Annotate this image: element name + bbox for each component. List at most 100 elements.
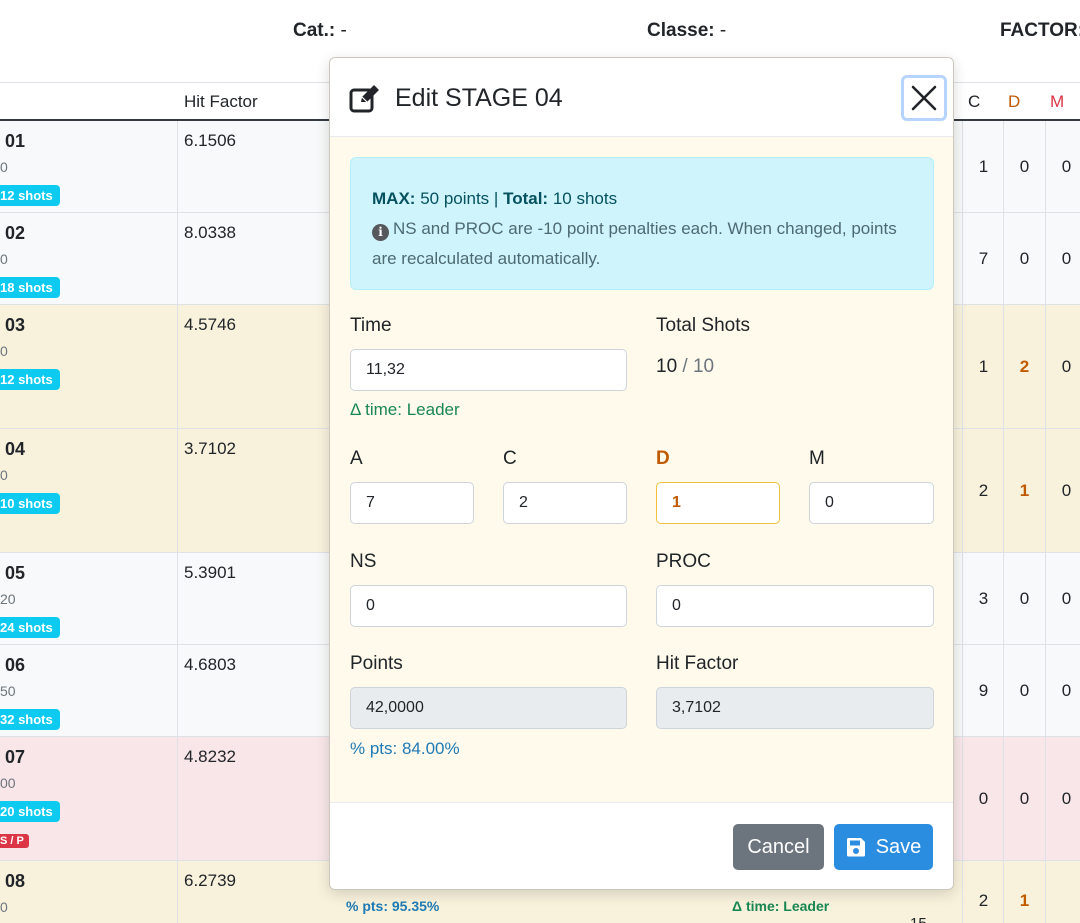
stage-number: 02 (5, 223, 26, 243)
a-input[interactable] (350, 482, 474, 524)
total-shots-current: 10 (656, 356, 678, 377)
proc-input[interactable] (656, 585, 934, 627)
alert-separator: | (493, 189, 499, 208)
modal-header: Edit STAGE 04 (330, 58, 953, 137)
stage-cell: 07 00 20 shots S / P (0, 737, 178, 860)
class-value: - (719, 20, 727, 41)
cell-d: 0 (1003, 737, 1045, 860)
stage-time: 0 (0, 899, 8, 915)
cancel-button[interactable]: Cancel (733, 824, 824, 870)
stage-number: 01 (5, 131, 26, 151)
cell-d: 0 (1003, 121, 1045, 212)
hit-factor-value: 5.3901 (184, 563, 236, 582)
time-input[interactable] (350, 349, 627, 391)
d-input[interactable] (656, 482, 780, 524)
hit-factor-label: Hit Factor (656, 653, 739, 674)
cell-c: 2 (962, 861, 1004, 923)
c-input[interactable] (503, 482, 627, 524)
hit-factor-value: 4.8232 (184, 747, 236, 766)
col-hit-factor: Hit Factor (184, 92, 258, 111)
close-button[interactable] (901, 75, 947, 121)
total-shots-max: 10 (692, 356, 715, 377)
hit-factor-cell: 6.1506 (178, 121, 330, 212)
max-label: MAX: (372, 189, 416, 208)
cell-m: 0 (1045, 121, 1080, 212)
cell-m (1045, 861, 1080, 923)
stage-number: 04 (5, 439, 26, 459)
stage-number: 03 (5, 315, 26, 335)
class-field: Classe: - (647, 20, 726, 42)
cell-m: 0 (1045, 213, 1080, 304)
cell-d: 0 (1003, 213, 1045, 304)
cell-c: 0 (962, 737, 1004, 860)
hit-factor-cell: 6.2739 (178, 861, 330, 923)
shots-badge: 18 shots (0, 277, 60, 298)
row8-time-hint: Δ time: Leader (732, 898, 830, 914)
m-input[interactable] (809, 482, 934, 524)
hit-factor-cell: 4.6803 (178, 645, 330, 736)
save-button[interactable]: Save (834, 824, 933, 870)
hit-factor-cell: 8.0338 (178, 213, 330, 304)
shots-badge: 12 shots (0, 185, 60, 206)
stage-time: 0 (0, 467, 8, 483)
close-icon (911, 85, 937, 111)
cell-d: 0 (1003, 645, 1045, 736)
proc-label: PROC (656, 551, 711, 572)
stage-number: 08 (5, 871, 26, 891)
category-field: Cat.: - (293, 20, 347, 42)
col-c: C (968, 92, 981, 111)
dq-badge: S / P (0, 834, 29, 848)
stage-cell: 06 50 32 shots (0, 645, 178, 736)
hit-factor-value: 3.7102 (184, 439, 236, 458)
points-hint: % pts: 84.00% (350, 739, 460, 758)
cell-m: 0 (1045, 645, 1080, 736)
factor-label: FACTOR: (1000, 20, 1080, 41)
stage-time: 20 (0, 591, 16, 607)
stage-number: 06 (5, 655, 26, 675)
hit-factor-value: 4.5746 (184, 315, 236, 334)
total-shots-separator: / (682, 356, 688, 377)
modal-title: Edit STAGE 04 (395, 84, 563, 112)
ns-input[interactable] (350, 585, 627, 627)
hit-factor-value: 8.0338 (184, 223, 236, 242)
save-label: Save (875, 835, 922, 858)
edit-icon (349, 85, 379, 113)
alert-info-text: NS and PROC are -10 point penalties each… (372, 219, 897, 268)
col-d: D (1008, 92, 1021, 111)
col-m: M (1050, 92, 1065, 111)
time-label: Time (350, 315, 392, 336)
edit-stage-modal: Edit STAGE 04 MAX: 50 points | Total: 10… (329, 57, 954, 890)
stage-cell: 03 0 12 shots (0, 305, 178, 428)
factor-field: FACTOR: (1000, 20, 1080, 42)
max-value: 50 points (420, 189, 490, 208)
alert-summary: MAX: 50 points | Total: 10 shots (372, 184, 913, 214)
d-label: D (656, 448, 670, 469)
info-icon: i (372, 224, 389, 241)
cell-d: 1 (1003, 429, 1045, 552)
cell-c: 7 (962, 213, 1004, 304)
cell-d: 1 (1003, 861, 1045, 923)
hit-factor-value: 6.1506 (184, 131, 236, 150)
stage-time: 0 (0, 251, 8, 267)
stage-time: 50 (0, 683, 16, 699)
c-label: C (503, 448, 517, 469)
stage-number: 05 (5, 563, 26, 583)
row8-partial-value: 15 (910, 915, 927, 923)
a-label: A (350, 448, 363, 469)
shots-badge: 32 shots (0, 709, 60, 730)
cell-m: 0 (1045, 737, 1080, 860)
cell-c: 1 (962, 305, 1004, 428)
shots-badge: 24 shots (0, 617, 60, 638)
hit-factor-cell: 3.7102 (178, 429, 330, 552)
hit-factor-cell: 5.3901 (178, 553, 330, 644)
ns-label: NS (350, 551, 377, 572)
cell-c: 3 (962, 553, 1004, 644)
modal-footer: Cancel Save (330, 802, 953, 889)
m-label: M (809, 448, 825, 469)
stage-time: 0 (0, 343, 8, 359)
row8-points-hint: % pts: 95.35% (346, 898, 440, 914)
time-hint: Δ time: Leader (350, 400, 460, 419)
hit-factor-output (656, 687, 934, 729)
category-value: - (340, 20, 347, 41)
floppy-disk-icon (846, 838, 865, 857)
